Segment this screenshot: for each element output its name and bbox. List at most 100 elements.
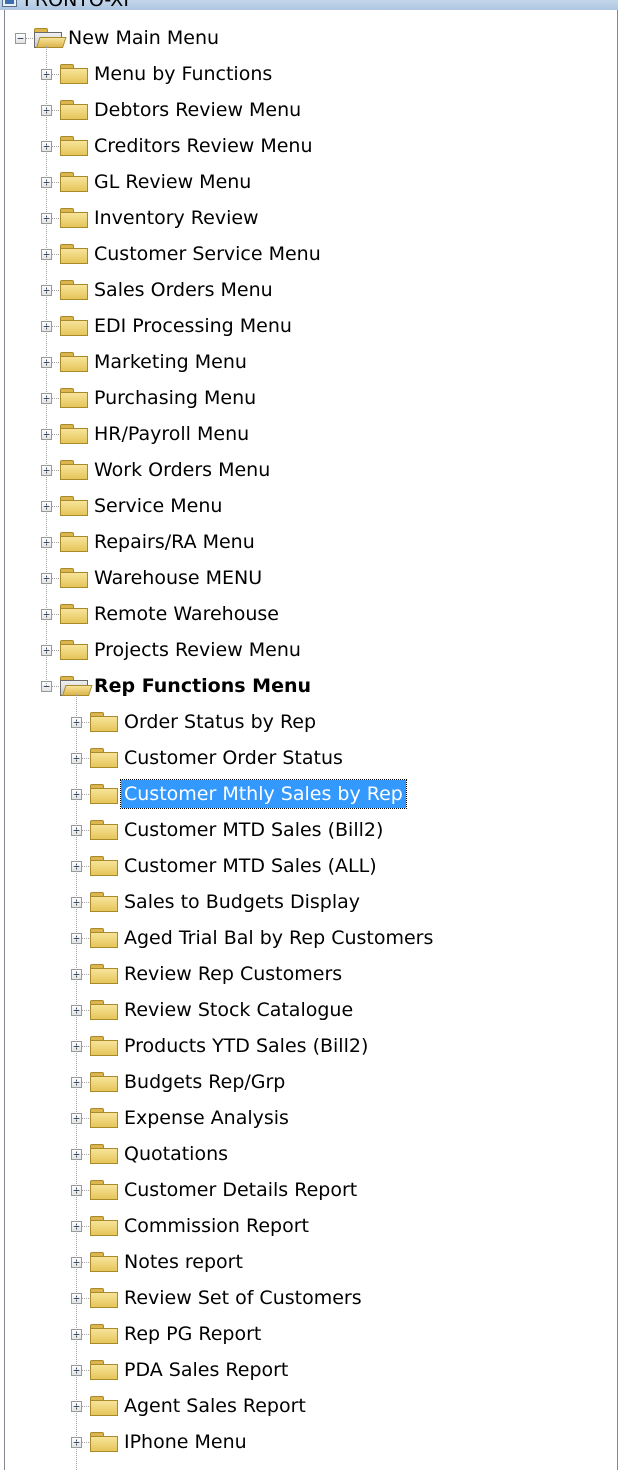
tree-item-review-set-of-customers[interactable]: Review Set of Customers <box>121 1284 365 1312</box>
tree-item-customer-details-report[interactable]: Customer Details Report <box>121 1176 360 1204</box>
folder-icon <box>59 98 89 120</box>
tree-item-budgets-rep-grp[interactable]: Budgets Rep/Grp <box>121 1068 288 1096</box>
tree-connector <box>52 470 59 471</box>
tree-connector <box>82 722 89 723</box>
tree-item-order-status-by-rep[interactable]: Order Status by Rep <box>121 708 319 736</box>
folder-icon <box>89 1034 119 1056</box>
tree-item-gl-review-menu[interactable]: GL Review Menu <box>91 168 254 196</box>
folder-icon <box>89 926 119 948</box>
tree-connector <box>52 614 59 615</box>
folder-icon <box>89 998 119 1020</box>
tree-item-warehouse-menu[interactable]: Warehouse MENU <box>91 564 265 592</box>
tree-connector <box>82 1118 89 1119</box>
folder-icon <box>89 962 119 984</box>
tree-connector <box>82 1082 89 1083</box>
folder-icon <box>89 1106 119 1128</box>
tree-connector <box>82 1262 89 1263</box>
tree-item-expense-analysis[interactable]: Expense Analysis <box>121 1104 292 1132</box>
tree-item-purchasing-menu[interactable]: Purchasing Menu <box>91 384 259 412</box>
folder-icon <box>59 494 89 516</box>
folder-icon <box>89 1394 119 1416</box>
tree-item-review-stock-catalogue[interactable]: Review Stock Catalogue <box>121 996 356 1024</box>
folder-icon <box>59 134 89 156</box>
tree-connector <box>82 1334 89 1335</box>
tree-connector <box>82 1190 89 1191</box>
tree-item-edi-processing-menu[interactable]: EDI Processing Menu <box>91 312 295 340</box>
folder-icon <box>89 1358 119 1380</box>
folder-icon <box>89 1250 119 1272</box>
tree-item-customer-mthly-sales-by-rep[interactable]: Customer Mthly Sales by Rep <box>120 779 407 809</box>
tree-item-notes-report[interactable]: Notes report <box>121 1248 246 1276</box>
tree-connector <box>82 902 89 903</box>
folder-icon <box>89 1178 119 1200</box>
tree-connector <box>52 182 59 183</box>
tree-connector <box>82 1406 89 1407</box>
tree-connector <box>52 578 59 579</box>
tree-item-projects-review-menu[interactable]: Projects Review Menu <box>91 636 304 664</box>
folder-icon <box>59 386 89 408</box>
tree-item-sales-orders-menu[interactable]: Sales Orders Menu <box>91 276 276 304</box>
app-icon <box>2 0 17 7</box>
folder-icon <box>89 782 119 804</box>
tree-item-rep-functions-menu[interactable]: Rep Functions Menu <box>91 672 314 700</box>
tree-connector <box>82 1046 89 1047</box>
tree-connector <box>52 362 59 363</box>
tree-item-commission-report[interactable]: Commission Report <box>121 1212 312 1240</box>
tree-connector <box>82 794 89 795</box>
folder-icon <box>89 818 119 840</box>
tree-item-sales-to-budgets-display[interactable]: Sales to Budgets Display <box>121 888 363 916</box>
tree-item-products-ytd-sales-bill2[interactable]: Products YTD Sales (Bill2) <box>121 1032 371 1060</box>
folder-icon <box>89 1214 119 1236</box>
tree-item-quotations[interactable]: Quotations <box>121 1140 231 1168</box>
collapse-toggle-new-main-menu[interactable]: − <box>15 33 26 44</box>
tree-item-inventory-review[interactable]: Inventory Review <box>91 204 262 232</box>
folder-icon <box>59 350 89 372</box>
tree-connector <box>82 1010 89 1011</box>
folder-icon <box>59 62 89 84</box>
tree-item-marketing-menu[interactable]: Marketing Menu <box>91 348 250 376</box>
tree-connector <box>52 506 59 507</box>
folder-open-icon <box>33 26 67 48</box>
folder-icon <box>59 530 89 552</box>
tree-item-hr-payroll-menu[interactable]: HR/Payroll Menu <box>91 420 252 448</box>
tree-item-rep-pg-report[interactable]: Rep PG Report <box>121 1320 264 1348</box>
folder-open-icon <box>59 674 93 696</box>
tree-item-pda-sales-report[interactable]: PDA Sales Report <box>121 1356 291 1384</box>
folder-icon <box>59 242 89 264</box>
tree-item-work-orders-menu[interactable]: Work Orders Menu <box>91 456 273 484</box>
tree-item-iphone-menu[interactable]: IPhone Menu <box>121 1428 250 1456</box>
tree-item-aged-trial-bal-by-rep-customers[interactable]: Aged Trial Bal by Rep Customers <box>121 924 436 952</box>
tree-connector <box>52 74 59 75</box>
tree-connector <box>52 146 59 147</box>
tree-item-remote-warehouse[interactable]: Remote Warehouse <box>91 600 282 628</box>
tree-item-customer-order-status[interactable]: Customer Order Status <box>121 744 346 772</box>
tree-connector <box>82 1370 89 1371</box>
tree-item-review-rep-customers[interactable]: Review Rep Customers <box>121 960 345 988</box>
folder-icon <box>89 854 119 876</box>
tree-item-new-main-menu[interactable]: New Main Menu <box>65 24 222 52</box>
folder-icon <box>89 1070 119 1092</box>
folder-icon <box>59 314 89 336</box>
tree-connector <box>52 434 59 435</box>
tree-item-debtors-review-menu[interactable]: Debtors Review Menu <box>91 96 304 124</box>
tree-connector <box>82 1298 89 1299</box>
folder-icon <box>89 1142 119 1164</box>
tree-item-creditors-review-menu[interactable]: Creditors Review Menu <box>91 132 316 160</box>
folder-icon <box>59 638 89 660</box>
folder-icon <box>89 1286 119 1308</box>
tree-item-customer-service-menu[interactable]: Customer Service Menu <box>91 240 324 268</box>
tree-item-customer-mtd-sales-bill2[interactable]: Customer MTD Sales (Bill2) <box>121 816 386 844</box>
tree-connector <box>76 694 77 1470</box>
tree-connector <box>52 110 59 111</box>
tree-item-agent-sales-report[interactable]: Agent Sales Report <box>121 1392 309 1420</box>
tree-connector <box>82 866 89 867</box>
folder-icon <box>59 458 89 480</box>
tree-item-service-menu[interactable]: Service Menu <box>91 492 225 520</box>
tree-item-customer-mtd-sales-all[interactable]: Customer MTD Sales (ALL) <box>121 852 380 880</box>
folder-icon <box>59 278 89 300</box>
tree-connector <box>52 650 59 651</box>
menu-tree[interactable]: − New Main Menu + Menu by Functions + Debtors… <box>4 10 618 1470</box>
tree-item-repairs-ra-menu[interactable]: Repairs/RA Menu <box>91 528 258 556</box>
tree-item-menu-by-functions[interactable]: Menu by Functions <box>91 60 275 88</box>
folder-icon <box>59 170 89 192</box>
